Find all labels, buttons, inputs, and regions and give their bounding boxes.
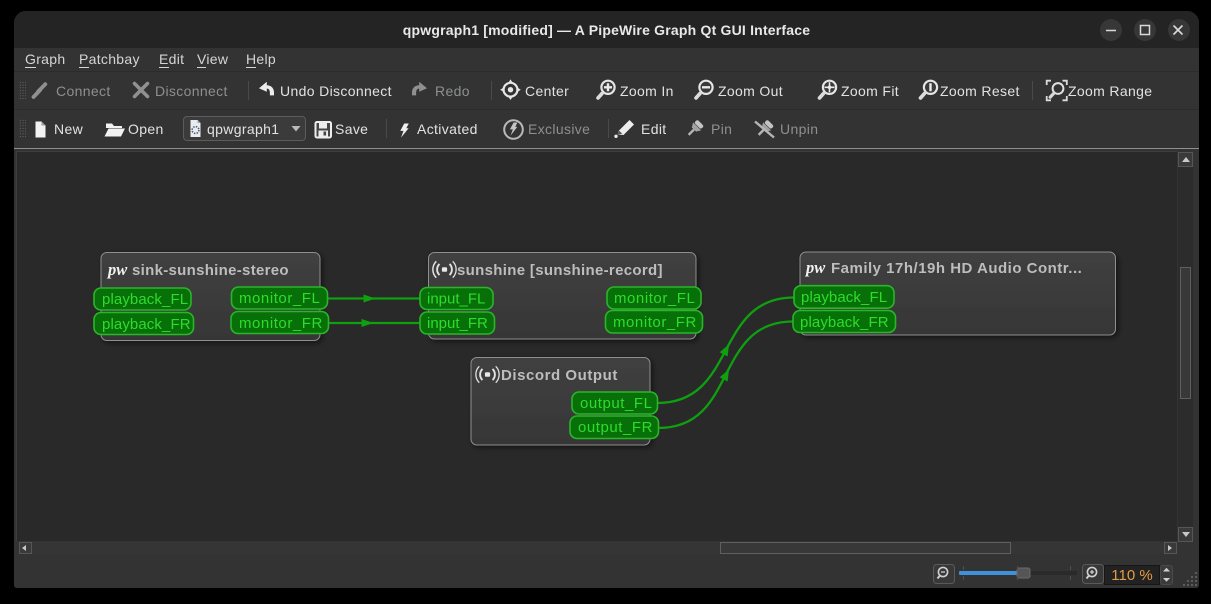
svg-text:monitor_FR: monitor_FR [613, 314, 697, 331]
svg-text:input_FL: input_FL [427, 291, 485, 308]
svg-text:playback_FL: playback_FL [102, 291, 188, 308]
svg-text:playback_FR: playback_FR [800, 314, 889, 331]
svg-text:Family 17h/19h HD Audio Contr.: Family 17h/19h HD Audio Contr... [831, 260, 1082, 277]
svg-text:sunshine [sunshine-record]: sunshine [sunshine-record] [457, 262, 663, 279]
svg-text:monitor_FL: monitor_FL [239, 290, 320, 307]
svg-text:Discord Output: Discord Output [501, 367, 618, 384]
svg-text:input_FR: input_FR [427, 315, 488, 332]
svg-text:pw: pw [106, 260, 128, 279]
svg-text:110 %: 110 % [1111, 567, 1152, 584]
svg-text:playback_FR: playback_FR [102, 316, 191, 333]
svg-text:output_FR: output_FR [578, 419, 653, 436]
svg-text:output_FL: output_FL [580, 395, 653, 412]
svg-text:sink-sunshine-stereo: sink-sunshine-stereo [132, 262, 289, 279]
svg-text:monitor_FL: monitor_FL [614, 290, 695, 307]
svg-text:monitor_FR: monitor_FR [239, 315, 323, 332]
svg-text:pw: pw [804, 258, 826, 277]
svg-text:playback_FL: playback_FL [801, 289, 887, 306]
